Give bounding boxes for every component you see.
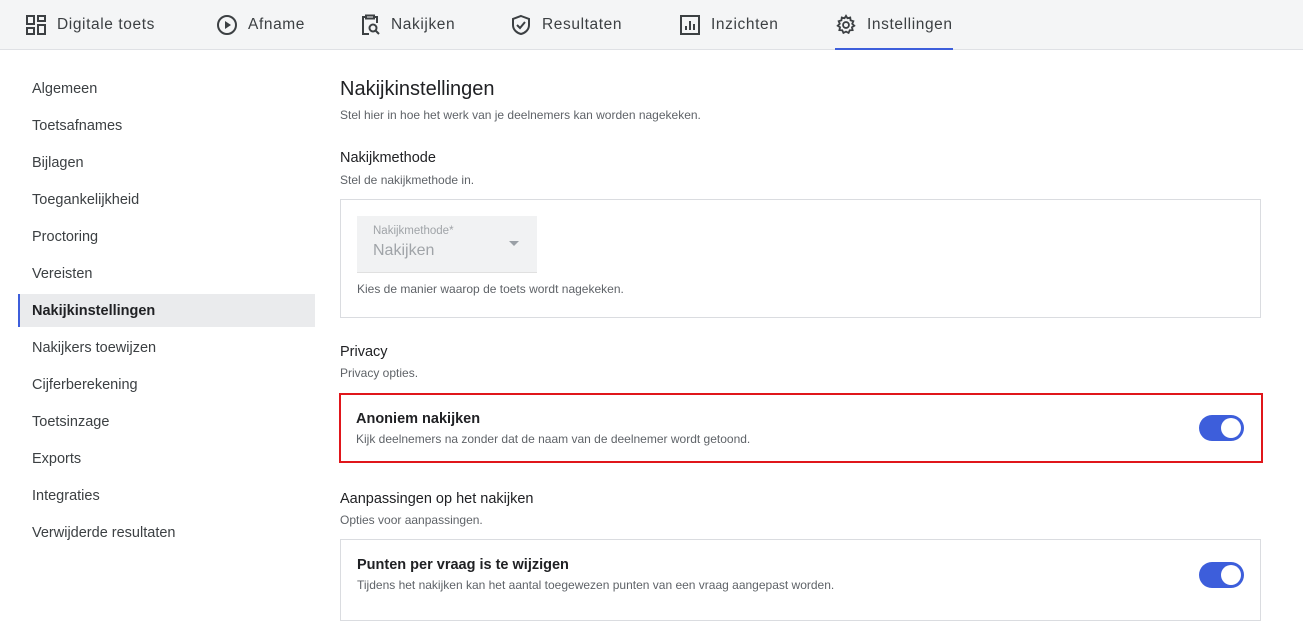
method-section-title: Nakijkmethode (340, 150, 436, 166)
page-title: Nakijkinstellingen (340, 78, 495, 100)
anonymous-option-description: Kijk deelnemers na zonder dat de naam va… (356, 432, 751, 446)
tab-label: Nakijken (391, 15, 456, 33)
anonymous-grading-card: Anoniem nakijken Kijk deelnemers na zond… (339, 393, 1263, 463)
adjust-card: Punten per vraag is te wijzigen Tijdens … (340, 539, 1261, 621)
toggle-knob (1221, 565, 1241, 585)
sidebar-item-cijferberekening[interactable]: Cijferberekening (18, 368, 315, 401)
tab-instellingen[interactable]: Instellingen (835, 0, 953, 50)
anonymous-grading-toggle[interactable] (1199, 415, 1244, 441)
tab-resultaten[interactable]: Resultaten (510, 0, 622, 49)
adjust-option-description: Tijdens het nakijken kan het aantal toeg… (357, 578, 835, 592)
toggle-knob (1221, 418, 1241, 438)
tab-nakijken[interactable]: Nakijken (359, 0, 455, 49)
dashboard-icon (25, 14, 47, 36)
adjust-points-toggle[interactable] (1199, 562, 1244, 588)
shield-check-icon (510, 14, 532, 36)
sidebar-item-toetsafnames[interactable]: Toetsafnames (18, 109, 315, 142)
sidebar-item-exports[interactable]: Exports (18, 442, 315, 475)
settings-sidebar: Algemeen Toetsafnames Bijlagen Toegankel… (18, 72, 315, 553)
tab-digitale-toets[interactable]: Digitale toets (25, 0, 155, 49)
sidebar-item-nakijkers-toewijzen[interactable]: Nakijkers toewijzen (18, 331, 315, 364)
sidebar-item-proctoring[interactable]: Proctoring (18, 220, 315, 253)
privacy-section-title: Privacy (340, 344, 388, 360)
method-select-label: Nakijkmethode* (373, 225, 454, 237)
adjust-section-subtitle: Opties voor aanpassingen. (340, 513, 483, 527)
sidebar-item-nakijkinstellingen[interactable]: Nakijkinstellingen (18, 294, 315, 327)
privacy-section-subtitle: Privacy opties. (340, 366, 419, 380)
tab-label: Instellingen (867, 15, 953, 33)
anonymous-option-title: Anoniem nakijken (356, 411, 481, 427)
sidebar-item-vereisten[interactable]: Vereisten (18, 257, 315, 290)
sidebar-item-verwijderde-resultaten[interactable]: Verwijderde resultaten (18, 516, 315, 549)
method-select[interactable]: Nakijkmethode* Nakijken (357, 216, 537, 273)
chevron-down-icon (509, 241, 519, 246)
top-navigation: Digitale toets Afname Nakijken Resultate… (0, 0, 1303, 50)
tab-label: Digitale toets (57, 15, 156, 33)
gear-icon (835, 13, 857, 36)
tab-label: Afname (248, 15, 306, 33)
page-subtitle: Stel hier in hoe het werk van je deelnem… (340, 108, 701, 122)
adjust-option-title: Punten per vraag is te wijzigen (357, 557, 569, 573)
sidebar-item-algemeen[interactable]: Algemeen (18, 72, 315, 105)
method-select-value: Nakijken (373, 242, 435, 259)
method-card: Nakijkmethode* Nakijken Kies de manier w… (340, 199, 1261, 318)
tab-afname[interactable]: Afname (216, 0, 305, 49)
clipboard-search-icon (359, 14, 381, 36)
bar-chart-icon (679, 14, 701, 36)
sidebar-item-toetsinzage[interactable]: Toetsinzage (18, 405, 315, 438)
method-section-subtitle: Stel de nakijkmethode in. (340, 173, 475, 187)
sidebar-item-toegankelijkheid[interactable]: Toegankelijkheid (18, 183, 315, 216)
tab-inzichten[interactable]: Inzichten (679, 0, 778, 49)
tab-label: Inzichten (711, 15, 779, 33)
sidebar-item-integraties[interactable]: Integraties (18, 479, 315, 512)
play-circle-icon (216, 14, 238, 36)
adjust-section-title: Aanpassingen op het nakijken (340, 491, 534, 507)
sidebar-item-bijlagen[interactable]: Bijlagen (18, 146, 315, 179)
tab-label: Resultaten (542, 15, 623, 33)
method-helper-text: Kies de manier waarop de toets wordt nag… (357, 282, 624, 296)
